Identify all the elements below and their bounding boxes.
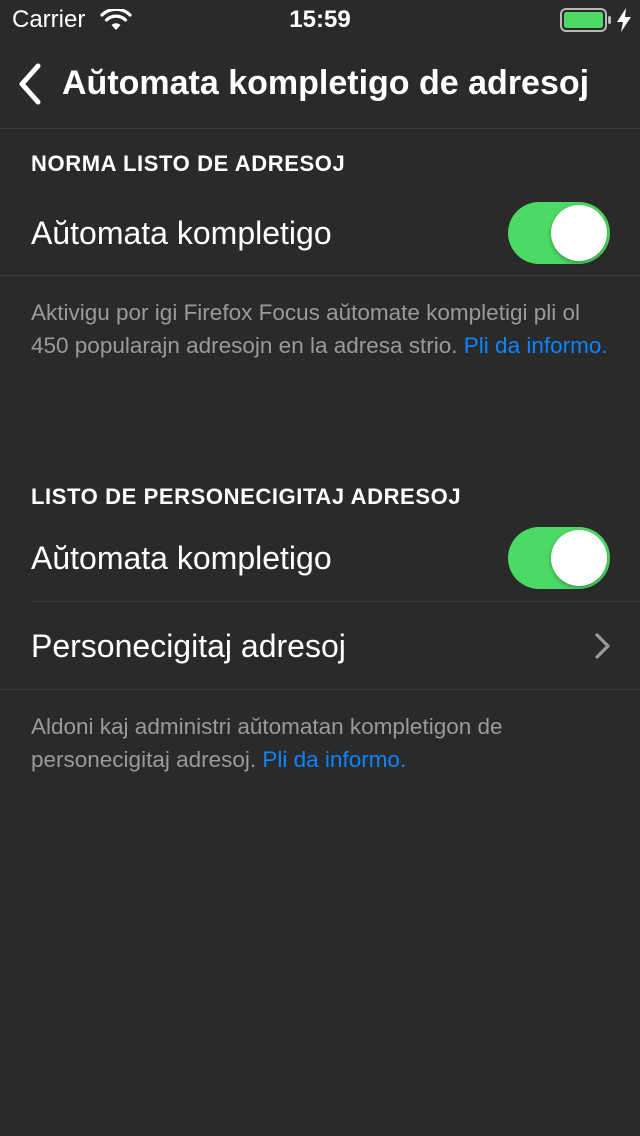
custom-autocomplete-toggle[interactable]: [508, 527, 610, 589]
default-list-footer: Aktivigu por igi Firefox Focus aŭtomate …: [31, 296, 621, 362]
toggle-knob: [551, 205, 607, 261]
page-title: Aŭtomata kompletigo de adresoj: [62, 64, 590, 102]
default-autocomplete-row: Aŭtomata kompletigo: [0, 189, 640, 277]
battery-icon: [560, 8, 611, 32]
custom-urls-label: Personecigitaj adresoj: [31, 628, 346, 664]
default-autocomplete-toggle[interactable]: [508, 202, 610, 264]
clock: 15:59: [289, 6, 351, 33]
section-header-custom-list: LISTO DE PERSONECIGITAJ ADRESOJ: [31, 484, 462, 509]
toggle-knob: [551, 530, 607, 586]
custom-autocomplete-label: Aŭtomata kompletigo: [31, 540, 332, 576]
divider: [0, 689, 640, 690]
section-header-default-list: NORMA LISTO DE ADRESOJ: [31, 151, 346, 176]
chevron-right-icon: [595, 633, 610, 659]
custom-list-learn-more-link[interactable]: Pli da informo.: [262, 747, 406, 772]
chevron-left-icon[interactable]: [14, 62, 46, 106]
custom-autocomplete-row: Aŭtomata kompletigo: [0, 514, 640, 602]
default-list-learn-more-link[interactable]: Pli da informo.: [464, 333, 608, 358]
status-bar: Carrier 15:59: [0, 0, 640, 40]
custom-list-footer: Aldoni kaj administri aŭtomatan kompleti…: [31, 710, 621, 776]
custom-urls-row[interactable]: Personecigitaj adresoj: [0, 602, 640, 690]
default-autocomplete-label: Aŭtomata kompletigo: [31, 215, 332, 251]
charging-bolt-icon: [617, 8, 631, 32]
divider: [0, 275, 640, 276]
navigation-bar: Aŭtomata kompletigo de adresoj: [0, 40, 640, 129]
